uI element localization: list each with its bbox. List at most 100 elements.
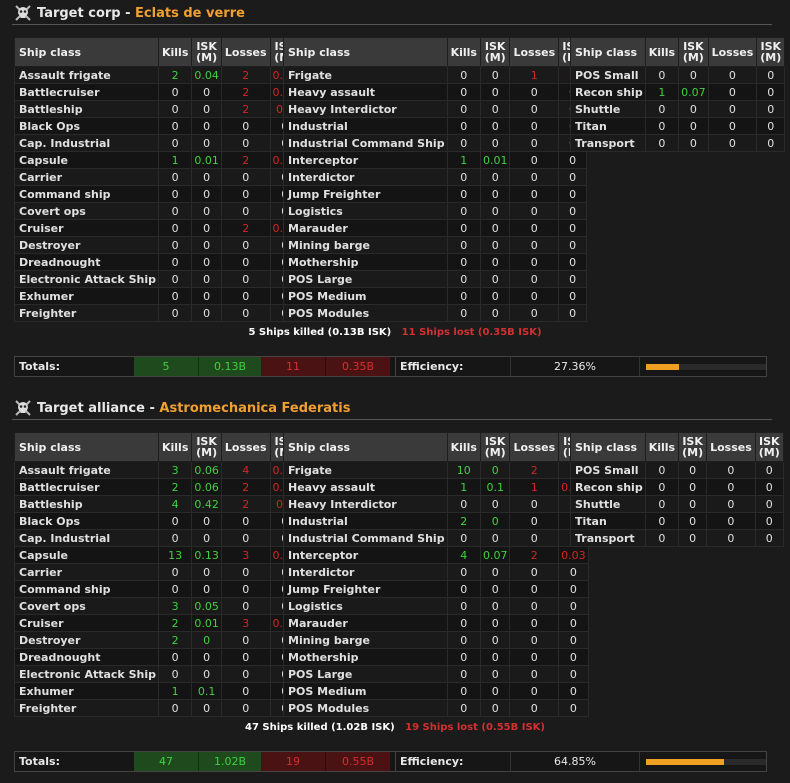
table-row-destroyer: Destroyer0000: [14, 236, 301, 254]
section-title: Target alliance - Astromechanica Federat…: [37, 400, 351, 416]
table-row-battleship: Battleship40.4220.2: [14, 495, 301, 513]
ship-class-cell: Interdictor: [283, 168, 448, 186]
losses-cell: 0: [707, 117, 758, 135]
table-row-cap-industrial: Cap. Industrial0000: [14, 134, 301, 152]
col-isk-kills-header: ISK (M): [191, 432, 222, 462]
kills-isk-cell: 0: [191, 631, 222, 649]
ship-class-cell: Jump Freighter: [283, 185, 448, 203]
kills-cell: 1: [446, 478, 481, 496]
kills-cell: 0: [157, 580, 193, 598]
table-row-heavy-assault: Heavy assault0000: [283, 83, 588, 101]
table-row-industrial: Industrial2000: [283, 512, 589, 530]
ship-class-cell: Shuttle: [570, 100, 646, 118]
kills-cell: 0: [446, 699, 481, 717]
losses-isk-cell: 0: [756, 117, 786, 135]
losses-cell: 0: [220, 631, 271, 649]
kills-isk-cell: 0: [191, 134, 222, 152]
kills-cell: 0: [644, 117, 680, 135]
totals-kills-isk: 1.02B: [198, 752, 261, 771]
ship-class-cell: POS Small: [570, 461, 646, 479]
ship-class-cell: POS Large: [283, 665, 448, 683]
efficiency-label: Efficiency:: [400, 755, 464, 768]
losses-cell: 0: [220, 597, 271, 615]
kills-isk-cell: 0: [479, 461, 511, 479]
losses-cell: 3: [220, 614, 271, 632]
section-divider: [12, 24, 772, 25]
losses-cell: 0: [220, 134, 271, 152]
table-row-mothership: Mothership 0 0 0 0: [283, 648, 589, 666]
table-row-pos-medium: POS Medium 0 0 0 0: [283, 682, 589, 700]
kills-cell: 0: [446, 168, 481, 186]
kills-isk-cell: 0: [479, 66, 511, 84]
kills-isk-cell: 0: [678, 66, 709, 84]
efficiency-label: Efficiency:: [400, 360, 464, 373]
kills-cell: 0: [446, 304, 481, 322]
col-kills-header: Kills: [157, 37, 193, 67]
kills-cell: 0: [446, 495, 481, 513]
kills-cell: 0: [157, 83, 193, 101]
losses-isk-cell: 0: [756, 134, 786, 152]
losses-isk-cell: 0: [558, 253, 588, 271]
ship-class-cell: Assault frigate: [14, 66, 159, 84]
ship-class-cell: Interceptor: [283, 151, 448, 169]
ship-class-cell: Logistics: [283, 202, 448, 220]
kills-cell: 0: [644, 495, 680, 513]
kills-cell: 0: [157, 699, 193, 717]
efficiency-value: 27.36%: [510, 357, 640, 376]
kill-loss-summary: 5 Ships killed (0.13B ISK) 11 Ships lost…: [0, 327, 790, 338]
kills-isk-cell: 0: [191, 665, 222, 683]
table-row-command-ship: Command ship0000: [14, 580, 301, 598]
table-row-carrier: Carrier0000: [14, 168, 301, 186]
table-row-pos-large: POS Large 0 0 0 0: [283, 270, 588, 288]
efficiency-bar: Efficiency: 64.85%: [395, 751, 767, 772]
totals-bar: Totals: 47 1.02B 19 0.55B: [14, 751, 396, 772]
kills-cell: 0: [644, 66, 680, 84]
losses-isk-cell: 0: [756, 83, 786, 101]
ship-class-cell: Destroyer: [14, 631, 159, 649]
kills-isk-cell: 0: [479, 699, 511, 717]
losses-cell: 1: [509, 66, 560, 84]
table-row-pos-modules: POS Modules 0 0 0 0: [283, 304, 588, 322]
ship-class-cell: Interceptor: [283, 546, 448, 564]
losses-isk-cell: 0: [558, 236, 588, 254]
kills-cell: 2: [157, 478, 193, 496]
table-row-black-ops: Black Ops0000: [14, 512, 301, 530]
col-isk-kills-header: ISK (M): [479, 432, 511, 462]
col-ship-class-header: Ship class: [570, 432, 646, 462]
col-losses-header: Losses: [220, 432, 271, 462]
table-row-pos-medium: POS Medium 0 0 0 0: [283, 287, 588, 305]
table-row-marauder: Marauder 0 0 0 0: [283, 219, 588, 237]
kills-cell: 0: [644, 512, 680, 530]
kills-isk-cell: 0: [479, 253, 511, 271]
kills-cell: 0: [446, 682, 481, 700]
kills-cell: 0: [157, 270, 193, 288]
losses-isk-cell: 0: [558, 614, 589, 632]
ship-class-cell: Frigate: [283, 461, 448, 479]
kills-cell: 3: [157, 597, 193, 615]
kills-isk-cell: 0: [479, 100, 511, 118]
table-row-interceptor: Interceptor 1 0.01 0 0: [283, 151, 588, 169]
table-header-row: Ship classKillsISK (M)LossesISK (M): [283, 37, 588, 67]
table-row-covert-ops: Covert ops0000: [14, 202, 301, 220]
kills-isk-cell: 0: [678, 100, 709, 118]
kills-isk-cell: 0: [479, 614, 511, 632]
losses-isk-cell: 0: [558, 304, 588, 322]
table-row-frigate: Frigate0010: [283, 66, 588, 84]
losses-cell: 0: [509, 185, 560, 203]
losses-cell: 0: [707, 83, 758, 101]
table-row-assault-frigate: Assault frigate20.0420.03: [14, 66, 301, 84]
table-row-battlecruiser: Battlecruiser20.0620.07: [14, 478, 301, 496]
table-row-cruiser: Cruiser0020.01: [14, 219, 301, 237]
ship-class-cell: Titan: [570, 512, 646, 530]
losses-cell: 0: [706, 529, 756, 547]
losses-cell: 0: [220, 236, 271, 254]
losses-isk-cell: 0: [754, 461, 784, 479]
kills-isk-cell: 0: [191, 219, 222, 237]
losses-cell: 2: [220, 66, 271, 84]
kills-cell: 0: [446, 614, 481, 632]
kills-isk-cell: 0: [191, 304, 222, 322]
ship-class-cell: Titan: [570, 117, 646, 135]
kills-cell: 2: [157, 66, 193, 84]
kills-cell: 0: [644, 529, 680, 547]
kills-isk-cell: 0: [191, 117, 222, 135]
